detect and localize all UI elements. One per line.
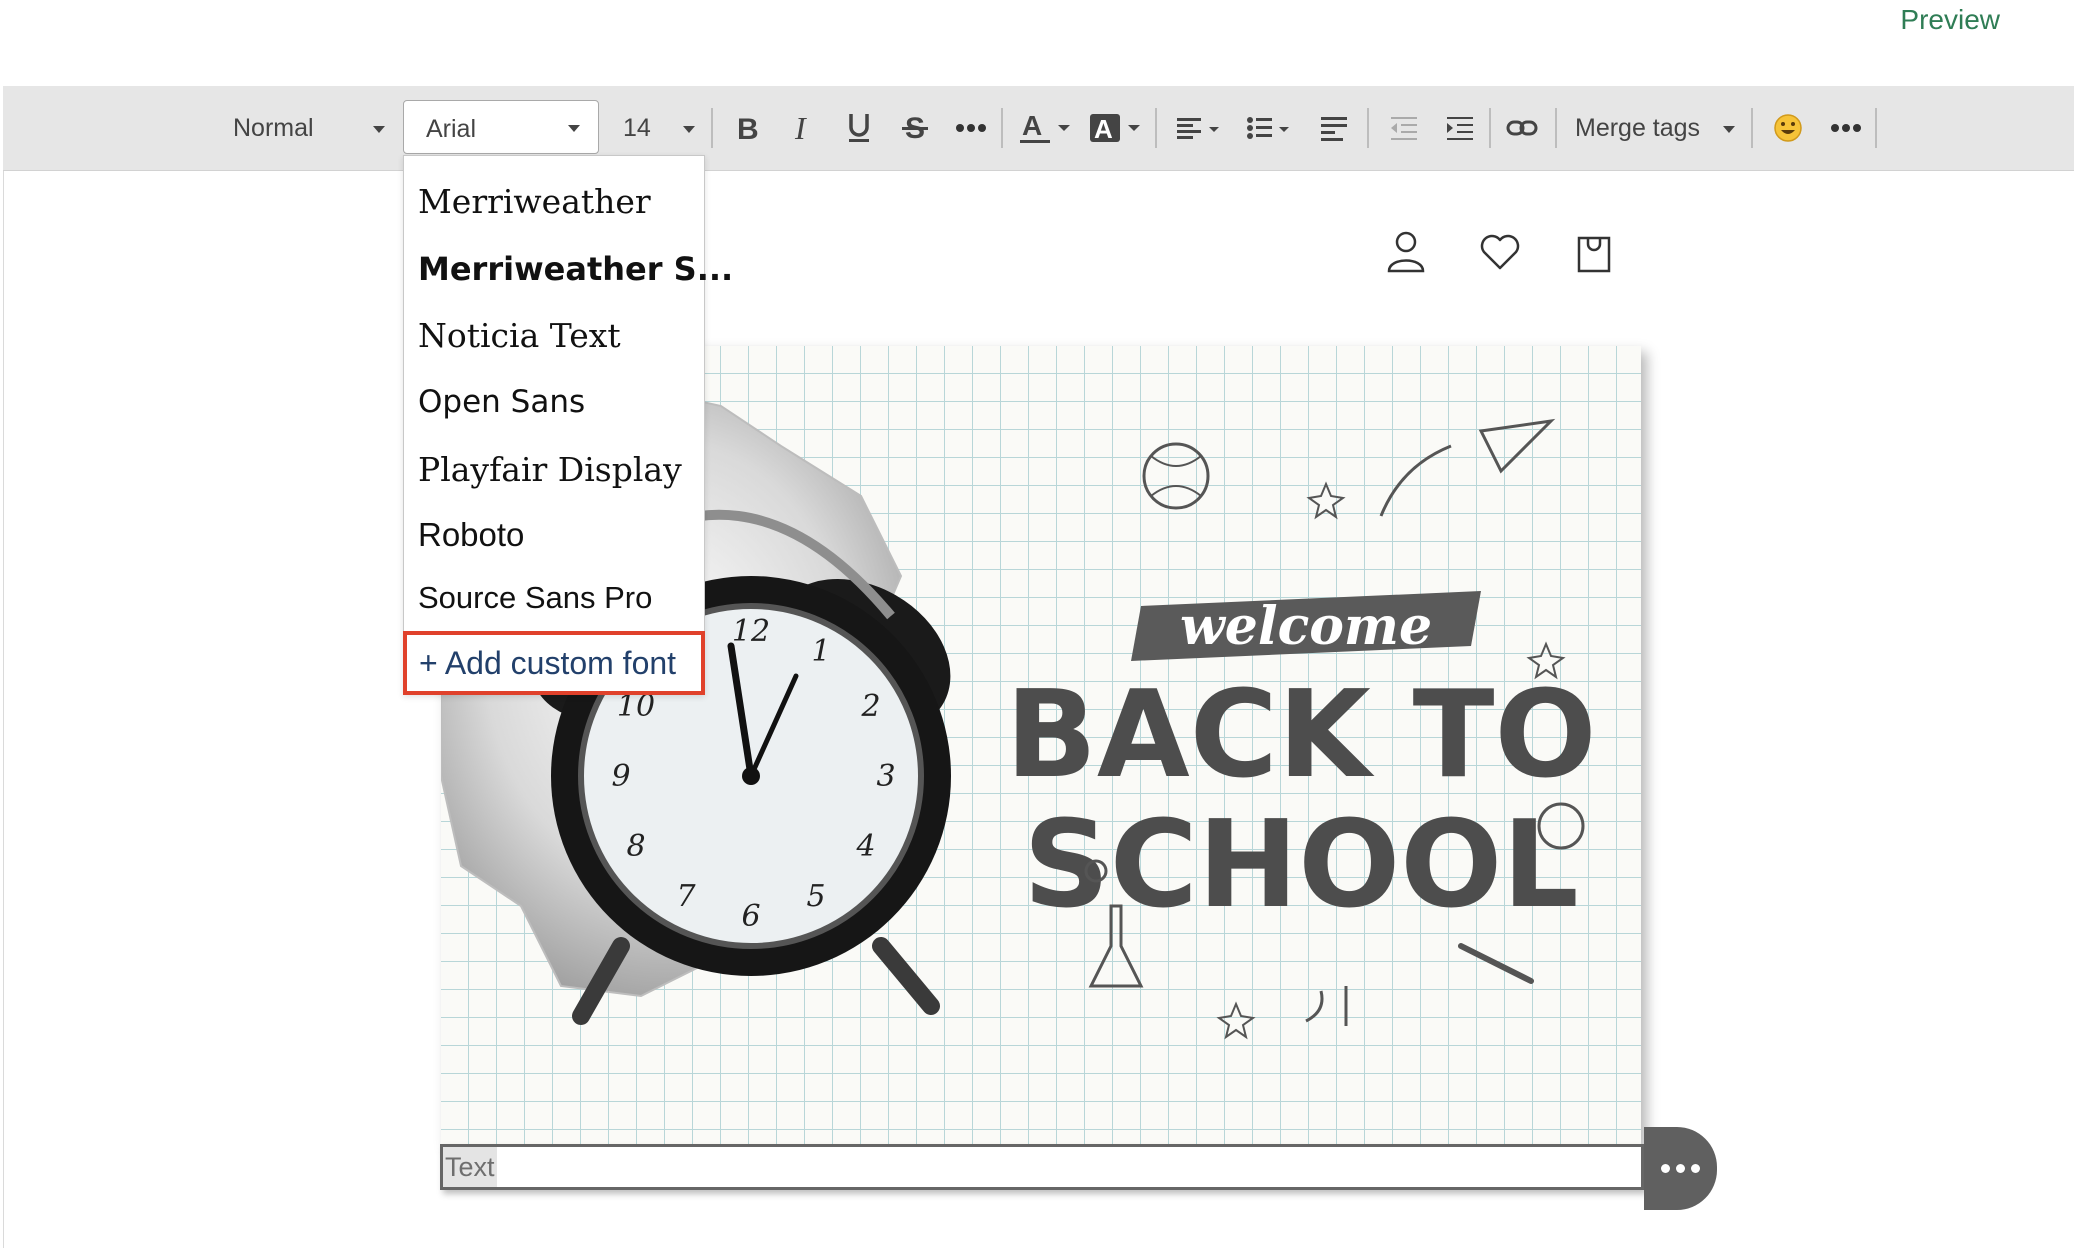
clock-number-5: 5 [806,879,825,914]
clock-number-12: 12 [732,614,770,649]
font-family-dropdown: Merriweather Merriweather S... Noticia T… [403,155,733,695]
font-option-merriweather[interactable]: Merriweather [418,182,651,221]
font-option-merriweather-sans[interactable]: Merriweather S... [418,250,733,288]
preview-button[interactable]: Preview [1900,4,2000,36]
top-bar: Preview [0,0,2074,86]
heart-icon[interactable] [1478,230,1522,274]
more-dot-icon [1676,1164,1685,1173]
emoji-icon [1774,114,1802,142]
font-family-value: Arial [426,115,477,143]
chevron-down-icon [373,126,385,133]
font-option-open-sans[interactable]: Open Sans [418,384,585,420]
merge-tags-select[interactable]: Merge tags [1563,86,1743,170]
chevron-down-icon [683,126,695,133]
outdent-button[interactable] [1379,86,1429,170]
highlight-color-icon: A [1090,114,1140,144]
clock-number-4: 4 [855,829,875,864]
font-option-playfair-display[interactable]: Playfair Display [418,450,682,489]
align-button[interactable] [1169,86,1229,170]
background-color-button[interactable]: A [1087,86,1147,170]
font-size-value: 14 [623,114,651,142]
chevron-down-icon [1723,126,1735,133]
font-family-select[interactable]: Arial [403,100,599,154]
svg-text:I: I [794,114,807,142]
align-left-icon [1177,118,1219,139]
more-dot-icon [1691,1164,1700,1173]
text-color-button[interactable]: A [1017,86,1077,170]
toolbar-divider [1875,108,1877,148]
font-option-source-sans-pro[interactable]: Source Sans Pro [418,580,652,616]
more-options-button[interactable] [1821,86,1871,170]
clock-number-9: 9 [611,759,630,794]
toolbar-divider [1751,108,1753,148]
insert-link-button[interactable] [1497,86,1547,170]
italic-icon: I [794,114,807,142]
toolbar-divider [1367,108,1369,148]
underline-button[interactable] [837,86,881,170]
more-horizontal-icon [1831,124,1861,132]
svg-text:B: B [737,114,759,142]
welcome-text: welcome [1180,596,1432,657]
toolbar-divider [711,108,713,148]
paragraph-style-value: Normal [233,114,314,142]
list-button[interactable] [1239,86,1299,170]
user-icon[interactable] [1386,230,1426,274]
indent-button[interactable] [1435,86,1485,170]
more-horizontal-icon [956,124,986,132]
clock-number-1: 1 [811,634,830,669]
text-block-input[interactable]: Text [440,1144,1644,1190]
text-toolbar: Normal Arial 14 B I S A A Merge tags [3,86,2074,171]
toolbar-divider [1155,108,1157,148]
link-icon [1506,120,1538,136]
clock-number-8: 8 [626,829,645,864]
clock-number-6: 6 [741,899,760,934]
shopping-bag-icon[interactable] [1576,230,1612,274]
indent-icon [1447,117,1473,140]
line-height-icon [1321,117,1347,141]
svg-text:A: A [1022,111,1042,141]
outdent-icon [1391,117,1417,140]
italic-button[interactable]: I [781,86,825,170]
clock-number-3: 3 [876,759,895,794]
chevron-down-icon [568,125,580,132]
toolbar-divider [1001,108,1003,148]
strikethrough-button[interactable]: S [893,86,937,170]
toolbar-divider [1489,108,1491,148]
text-color-icon: A [1020,111,1070,143]
toolbar-divider [1555,108,1557,148]
svg-text:A: A [1094,114,1113,144]
more-dot-icon [1661,1164,1670,1173]
bold-button[interactable]: B [725,86,769,170]
underline-icon [849,114,869,142]
clock-number-2: 2 [860,689,880,724]
add-custom-font-button[interactable]: + Add custom font [403,631,705,695]
school-text: SCHOOL [1023,796,1578,935]
emoji-button[interactable] [1763,86,1813,170]
clock-number-7: 7 [676,879,696,914]
font-option-noticia-text[interactable]: Noticia Text [418,316,621,355]
bold-icon: B [737,114,759,142]
paragraph-style-select[interactable]: Normal [203,86,403,170]
strikethrough-icon: S [902,113,928,143]
bullet-list-icon [1247,117,1289,139]
line-height-button[interactable] [1309,86,1359,170]
back-to-text: BACK TO [1005,666,1596,805]
font-option-roboto[interactable]: Roboto [418,516,524,554]
text-block-placeholder: Text [443,1147,497,1187]
merge-tags-label: Merge tags [1575,114,1701,142]
more-formats-button[interactable] [949,86,993,170]
